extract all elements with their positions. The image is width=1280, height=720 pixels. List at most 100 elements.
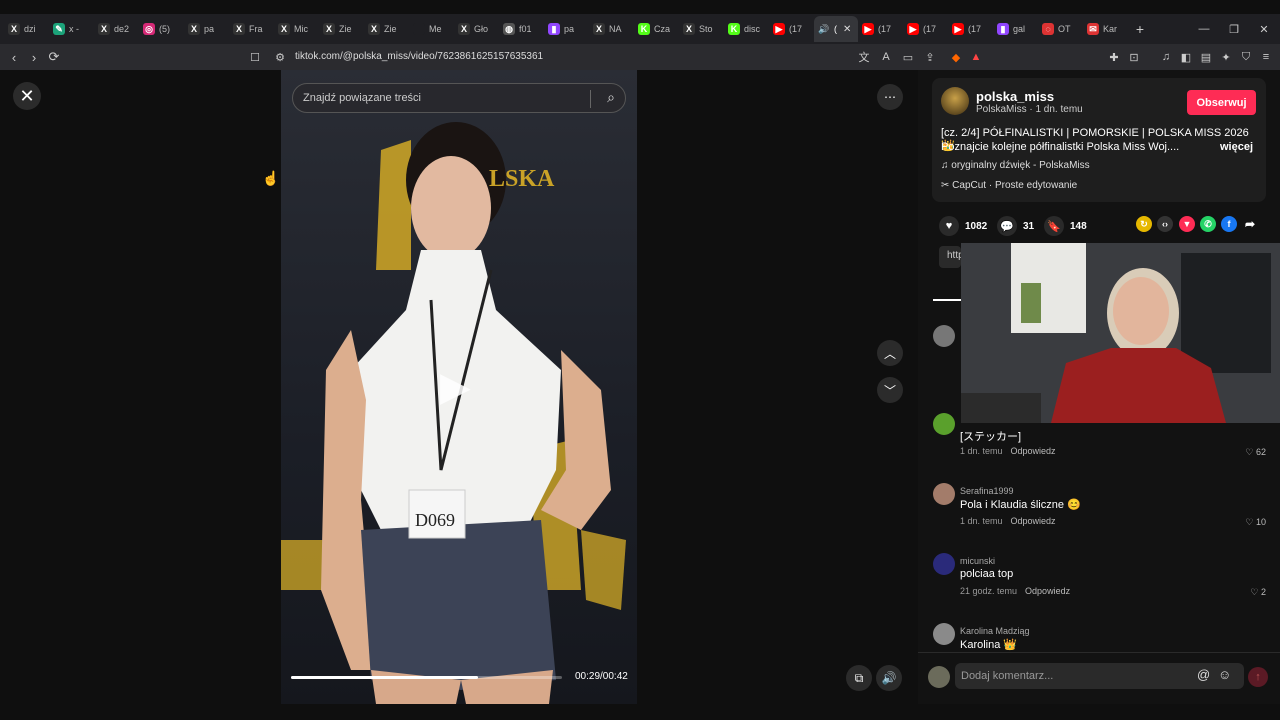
browser-tab[interactable]: X Sto — [679, 16, 724, 42]
pip-icon[interactable]: ⧉ — [846, 665, 872, 691]
comment-avatar[interactable] — [933, 553, 955, 575]
comment-like[interactable]: ♡ 10 — [1245, 517, 1266, 528]
save-button[interactable]: 🔖 148 — [1044, 216, 1087, 236]
forward-icon[interactable]: › — [24, 50, 44, 65]
cast-icon[interactable]: ▭ — [900, 49, 916, 65]
bookmark-icon[interactable]: ☐ — [247, 49, 263, 65]
back-icon[interactable]: ‹ — [4, 50, 24, 65]
facebook-icon[interactable]: f — [1221, 216, 1237, 232]
ai-icon[interactable]: ✦ — [1218, 49, 1234, 65]
like-button[interactable]: ♥ 1082 — [939, 216, 987, 236]
url-field[interactable]: tiktok.com/@polska_miss/video/7623861625… — [295, 51, 543, 62]
tab-label: Zie — [339, 24, 352, 34]
minimize-icon[interactable]: — — [1188, 14, 1220, 44]
next-video-icon[interactable]: ﹀ — [877, 377, 903, 403]
comment-like[interactable]: ♡ 2 — [1250, 587, 1266, 598]
browser-tab[interactable]: X Mic — [274, 16, 319, 42]
search-icon[interactable]: ⌕ — [607, 89, 615, 106]
comment-username[interactable]: micunski — [960, 556, 995, 566]
browser-tab[interactable]: ▶ (17 — [858, 16, 903, 42]
sidebar-icon[interactable]: ◧ — [1178, 49, 1194, 65]
comment-meta: 1 dn. temu Odpowiedz — [960, 446, 1056, 456]
capcut-link[interactable]: ✂ CapCut · Proste edytowanie — [941, 180, 1077, 191]
comment-username[interactable]: Karolina Madziąg — [960, 626, 1030, 636]
globe-icon: ◍ — [503, 23, 515, 35]
reply-link[interactable]: Odpowiedz — [1011, 446, 1056, 456]
follow-button[interactable]: Obserwuj — [1187, 90, 1256, 115]
browser-tab[interactable]: ▶ (17 — [903, 16, 948, 42]
comment-avatar[interactable] — [933, 413, 955, 435]
instagram-icon: ◎ — [143, 23, 155, 35]
browser-tab[interactable]: ▶ (17 — [948, 16, 993, 42]
browser-tab[interactable]: ▶ (17 — [769, 16, 814, 42]
brave-rewards-icon[interactable]: ▲ — [968, 49, 984, 65]
wallet-icon[interactable]: ▤ — [1198, 49, 1214, 65]
emoji-icon[interactable]: ☺ — [1218, 667, 1231, 682]
share-icon[interactable]: ⇪ — [922, 49, 938, 65]
vpn-icon[interactable]: ⛉ — [1238, 49, 1254, 65]
previous-video-icon[interactable]: ︿ — [877, 340, 903, 366]
sound-link[interactable]: ♫ oryginalny dźwięk - PolskaMiss — [941, 160, 1090, 171]
browser-tab[interactable]: X Gło — [454, 16, 499, 42]
browser-tab[interactable]: ◎ (5) — [139, 16, 184, 42]
reader-icon[interactable]: A — [878, 49, 894, 65]
tabs-icon[interactable]: ⊡ — [1126, 49, 1142, 65]
brave-shield-icon[interactable]: ◆ — [948, 49, 964, 65]
volume-icon[interactable]: 🔊 — [876, 665, 902, 691]
reload-icon[interactable]: ⟳ — [44, 49, 64, 65]
close-window-icon[interactable]: ✕ — [1248, 14, 1280, 44]
browser-tab[interactable]: ▮ pa — [544, 16, 589, 42]
repost-icon[interactable]: ↻ — [1136, 216, 1152, 232]
comment-avatar[interactable] — [933, 483, 955, 505]
speaker-icon: 🔊 — [818, 23, 830, 35]
comment-button[interactable]: 💬 31 — [997, 216, 1034, 236]
comment-like-count: 62 — [1255, 447, 1266, 457]
link-chip[interactable]: http — [939, 246, 961, 268]
browser-tab[interactable]: Xdzi — [4, 16, 49, 42]
share-arrow-icon[interactable]: ➦ — [1242, 216, 1258, 232]
reply-link[interactable]: Odpowiedz — [1011, 516, 1056, 526]
browser-tab[interactable]: Xde2 — [94, 16, 139, 42]
close-video-button[interactable]: ✕ — [13, 82, 41, 110]
browser-tab[interactable]: ✉ Kar — [1083, 16, 1128, 42]
browser-tab[interactable]: Xpa — [184, 16, 229, 42]
site-settings-icon[interactable]: ⚙ — [272, 49, 288, 65]
embed-icon[interactable]: ‹› — [1157, 216, 1173, 232]
comment-like[interactable]: ♡ 62 — [1245, 447, 1266, 458]
browser-tab[interactable]: ✎ x - — [49, 16, 94, 42]
browser-tab[interactable]: ◍ f01 — [499, 16, 544, 42]
comment-username[interactable]: Serafina1999 — [960, 486, 1014, 496]
send-icon[interactable]: ▼ — [1179, 216, 1195, 232]
play-icon[interactable]: ▶ — [440, 365, 484, 409]
more-options-icon[interactable]: ⋯ — [877, 84, 903, 110]
mention-icon[interactable]: @ — [1197, 667, 1210, 682]
avatar[interactable] — [941, 87, 969, 115]
menu-icon[interactable]: ≡ — [1258, 49, 1274, 65]
browser-tab[interactable]: X Fra — [229, 16, 274, 42]
browser-tab[interactable]: Me — [409, 16, 454, 42]
browser-tab[interactable]: Kdisc — [724, 16, 769, 42]
username[interactable]: polska_miss — [976, 89, 1054, 104]
new-tab-icon[interactable]: + — [1128, 21, 1152, 37]
video-progress-bar[interactable] — [291, 676, 562, 679]
tab-label: Zie — [384, 24, 397, 34]
send-comment-button[interactable]: ↑ — [1248, 667, 1268, 687]
close-tab-icon[interactable]: ✕ — [843, 24, 851, 35]
related-search-input[interactable]: Znajdź powiązane treści ⌕ — [292, 83, 626, 113]
music-icon[interactable]: ♫ — [1158, 49, 1174, 65]
browser-tab[interactable]: X NA — [589, 16, 634, 42]
whatsapp-icon[interactable]: ✆ — [1200, 216, 1216, 232]
browser-tab[interactable]: 🔊 (✕ — [814, 16, 858, 42]
reply-link[interactable]: Odpowiedz — [1025, 586, 1070, 596]
browser-tab[interactable]: ◌ OT — [1038, 16, 1083, 42]
browser-tab[interactable]: ▮ gal — [993, 16, 1038, 42]
browser-tab[interactable]: X Zie — [319, 16, 364, 42]
more-link[interactable]: więcej — [1220, 141, 1253, 153]
browser-tab[interactable]: X Zie — [364, 16, 409, 42]
browser-tab[interactable]: K Cza — [634, 16, 679, 42]
comment-avatar[interactable] — [933, 623, 955, 645]
extensions-icon[interactable]: ✚ — [1106, 49, 1122, 65]
restore-icon[interactable]: ❐ — [1218, 14, 1250, 44]
translate-icon[interactable]: 文 — [856, 49, 872, 65]
comment-avatar[interactable] — [933, 325, 955, 347]
